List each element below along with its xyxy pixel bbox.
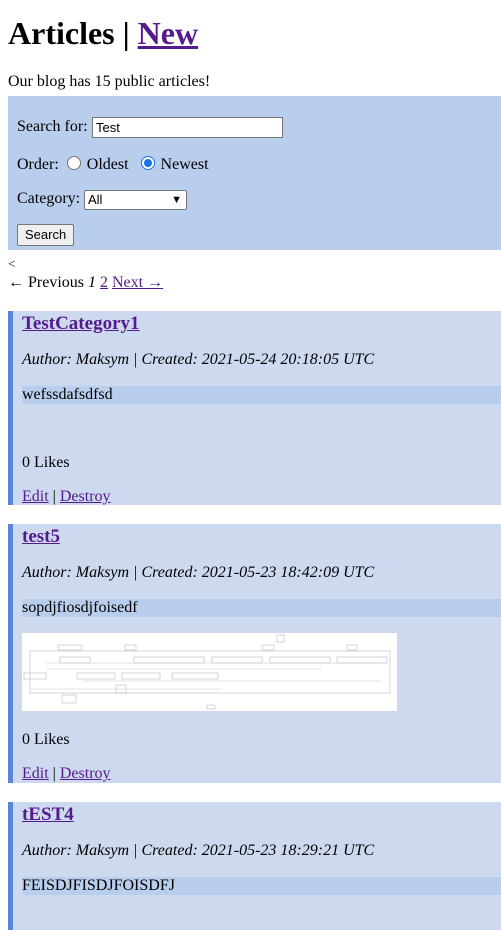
search-button[interactable]: Search [17,224,75,246]
article-title-link[interactable]: tEST4 [22,804,74,826]
article-body: sopdjfiosdjfoisedf [22,599,501,617]
search-input[interactable]: Test [92,117,283,138]
order-newest-radio[interactable] [140,156,155,170]
chevron-down-icon: ▼ [171,194,182,206]
title-separator: | [122,15,130,51]
order-row: Order: Oldest Newest [17,156,209,174]
pagination-page-2[interactable]: 2 [100,274,108,291]
article-meta: Author: Maksym | Created: 2021-05-23 18:… [22,564,375,581]
category-select-value: All [88,192,103,207]
order-oldest-radio[interactable] [66,156,81,170]
order-newest-label[interactable]: Newest [161,156,209,173]
article-card: test5 Author: Maksym | Created: 2021-05-… [8,524,501,783]
category-label: Category: [17,190,81,207]
destroy-link[interactable]: Destroy [60,488,111,505]
pagination-previous: ← Previous [8,274,84,291]
article-likes: 0 Likes [22,731,70,748]
order-oldest-label[interactable]: Oldest [87,156,129,173]
article-body: wefssdafsdfsd [22,386,501,404]
article-card: tEST4 Author: Maksym | Created: 2021-05-… [8,802,501,930]
stray-text: < [8,256,16,271]
pagination: ← Previous 1 2 Next → [8,274,163,292]
article-meta: Author: Maksym | Created: 2021-05-24 20:… [22,351,375,368]
page-title: Articles | New [8,14,198,52]
actions-separator: | [52,488,56,505]
article-likes: 0 Likes [22,454,70,471]
page-title-text: Articles [8,15,115,51]
article-image-thumbnail [22,633,397,711]
order-label: Order: [17,156,59,173]
article-title-link[interactable]: TestCategory1 [22,313,140,335]
destroy-link[interactable]: Destroy [60,765,111,782]
article-count-text: Our blog has 15 public articles! [8,73,211,90]
article-image [22,633,397,711]
new-article-link[interactable]: New [138,15,198,51]
edit-link[interactable]: Edit [22,488,49,505]
pagination-next[interactable]: Next → [112,274,163,291]
article-title-link[interactable]: test5 [22,526,60,548]
search-label: Search for: [17,118,88,135]
search-form: Search for: Test Order: Oldest Newest Ca… [8,96,501,250]
article-body: FEISDJFISDJFOISDFJ [22,877,501,895]
article-meta: Author: Maksym | Created: 2021-05-23 18:… [22,842,375,859]
article-actions: Edit | Destroy [22,488,111,506]
category-select[interactable]: All ▼ [84,190,187,210]
actions-separator: | [52,765,56,782]
article-actions: Edit | Destroy [22,765,111,783]
article-card: TestCategory1 Author: Maksym | Created: … [8,311,501,505]
edit-link[interactable]: Edit [22,765,49,782]
pagination-current-page: 1 [88,274,96,291]
